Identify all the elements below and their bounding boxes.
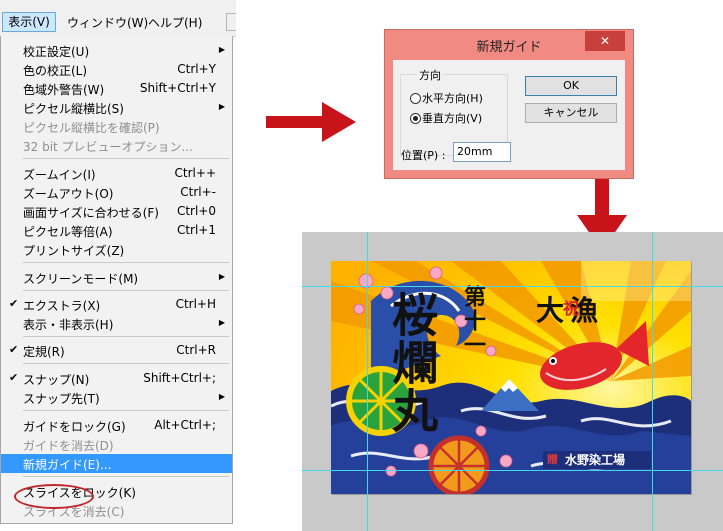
menu-item-shortcut: Ctrl+1 — [176, 223, 216, 237]
menu-item-shortcut: Ctrl+R — [176, 343, 216, 357]
submenu-arrow-icon: ▶ — [218, 272, 225, 281]
menu-item-label: 校正設定(U) — [23, 45, 90, 59]
menu-help[interactable]: ヘルプ(H) — [148, 14, 202, 31]
menu-item-label: ピクセル等倍(A) — [23, 225, 113, 239]
position-label: 位置(P) : — [401, 149, 446, 162]
maker-mark: 贈 — [547, 453, 558, 466]
view-menu-dropdown: 校正設定(U) ▶ 色の校正(L) Ctrl+Y 色域外警告(W) Shift+Ctrl+… — [0, 36, 233, 524]
submenu-arrow-icon: ▶ — [218, 318, 225, 327]
radio-horizontal-indicator[interactable] — [410, 93, 421, 104]
radio-vertical-label: 垂直方向(V) — [422, 112, 483, 125]
radio-horizontal-label: 水平方向(H) — [422, 92, 483, 105]
radio-vertical[interactable]: 垂直方向(V) — [410, 110, 482, 126]
menu-view[interactable]: 表示(V) — [2, 12, 56, 32]
guide-horizontal-bottom[interactable] — [302, 470, 723, 471]
menu-item-5[interactable]: 32 bit プレビューオプション... — [1, 136, 232, 155]
document-artwork: 桜爛丸 第十一 大漁 祝 贈 水野染工場 — [331, 261, 691, 494]
menu-item-label: 表示・非表示(H) — [23, 318, 114, 332]
menu-item-label: ピクセル縦横比を確認(P) — [23, 121, 160, 135]
menu-item-label: 32 bit プレビューオプション... — [23, 140, 193, 154]
menu-item-shortcut: Ctrl+- — [180, 185, 216, 199]
check-icon: ✔ — [9, 371, 19, 384]
menu-item-17[interactable]: ガイドをロック(G) Alt+Ctrl+; — [1, 416, 232, 435]
menu-item-7[interactable]: ズームアウト(O) Ctrl+- — [1, 183, 232, 202]
menu-item-shortcut: Ctrl+H — [175, 297, 216, 311]
menu-item-16[interactable]: スナップ先(T) ▶ — [1, 388, 232, 407]
ship-name-text: 桜爛丸 — [385, 291, 439, 435]
menu-separator — [23, 476, 229, 477]
orientation-group-label: 方向 — [417, 67, 443, 83]
arrow-right-icon — [266, 102, 356, 142]
menu-item-2[interactable]: 色域外警告(W) Shift+Ctrl+Y — [1, 79, 232, 98]
menu-separator — [23, 410, 229, 411]
menu-item-19[interactable]: 新規ガイド(E)... — [1, 454, 232, 473]
menu-item-9[interactable]: ピクセル等倍(A) Ctrl+1 — [1, 221, 232, 240]
menu-item-label: スライスを消去(C) — [23, 505, 125, 519]
submenu-arrow-icon: ▶ — [218, 392, 225, 401]
menu-item-10[interactable]: プリントサイズ(Z) — [1, 240, 232, 259]
menu-item-13[interactable]: 表示・非表示(H) ▶ — [1, 314, 232, 333]
guide-horizontal-top[interactable] — [302, 286, 723, 287]
check-icon: ✔ — [9, 343, 19, 356]
radio-vertical-indicator[interactable] — [410, 113, 421, 124]
menu-item-label: スナップ(N) — [23, 373, 90, 387]
menu-item-6[interactable]: ズームイン(I) Ctrl++ — [1, 164, 232, 183]
radio-horizontal[interactable]: 水平方向(H) — [410, 90, 483, 106]
submenu-arrow-icon: ▶ — [218, 45, 225, 54]
slogan-mark: 祝 — [563, 299, 580, 318]
menu-item-label: 定規(R) — [23, 345, 65, 359]
menu-item-label: 新規ガイド(E)... — [23, 458, 112, 472]
menu-item-label: スライスをロック(K) — [23, 486, 136, 500]
menu-overflow — [226, 13, 236, 31]
menu-item-11[interactable]: スクリーンモード(M) ▶ — [1, 268, 232, 287]
menu-item-label: 画面サイズに合わせる(F) — [23, 206, 159, 220]
menu-separator — [23, 363, 229, 364]
guide-vertical-left[interactable] — [367, 232, 368, 531]
menu-item-label: ピクセル縦横比(S) — [23, 102, 124, 116]
close-button[interactable]: ✕ — [585, 31, 625, 51]
guide-vertical-right[interactable] — [652, 232, 653, 531]
menu-item-shortcut: Shift+Ctrl+Y — [139, 81, 216, 95]
position-input[interactable]: 20mm — [453, 142, 511, 162]
menu-separator — [23, 290, 229, 291]
ship-number-text: 第十一 — [460, 285, 486, 357]
menu-separator — [23, 336, 229, 337]
menu-item-1[interactable]: 色の校正(L) Ctrl+Y — [1, 60, 232, 79]
cancel-button[interactable]: キャンセル — [525, 103, 617, 123]
menu-item-3[interactable]: ピクセル縦横比(S) ▶ — [1, 98, 232, 117]
menu-item-12[interactable]: ✔ エクストラ(X) Ctrl+H — [1, 295, 232, 314]
check-icon: ✔ — [9, 297, 19, 310]
menu-item-shortcut: Shift+Ctrl+; — [143, 371, 216, 385]
menu-item-shortcut: Alt+Ctrl+; — [154, 418, 216, 432]
menu-separator — [23, 262, 229, 263]
menu-item-shortcut: Ctrl++ — [174, 166, 216, 180]
menu-item-label: ズームイン(I) — [23, 168, 96, 182]
menu-separator — [23, 158, 229, 159]
menu-item-18[interactable]: ガイドを消去(D) — [1, 435, 232, 454]
submenu-arrow-icon: ▶ — [218, 102, 225, 111]
menu-item-label: プリントサイズ(Z) — [23, 244, 125, 258]
menu-item-label: 色域外警告(W) — [23, 83, 105, 97]
ok-button[interactable]: OK — [525, 76, 617, 96]
menu-item-0[interactable]: 校正設定(U) ▶ — [1, 41, 232, 60]
menu-item-label: スクリーンモード(M) — [23, 272, 139, 286]
menu-item-20[interactable]: スライスをロック(K) — [1, 482, 232, 501]
maker-name: 水野染工場 — [565, 453, 626, 467]
menu-item-label: エクストラ(X) — [23, 299, 101, 313]
menu-item-label: 色の校正(L) — [23, 64, 88, 78]
menu-item-15[interactable]: ✔ スナップ(N) Shift+Ctrl+; — [1, 369, 232, 388]
menu-item-shortcut: Ctrl+0 — [176, 204, 216, 218]
menu-item-label: ガイドを消去(D) — [23, 439, 114, 453]
menu-bar: 表示(V) ウィンドウ(W) ヘルプ(H) — [0, 0, 236, 37]
menu-item-shortcut: Ctrl+Y — [177, 62, 216, 76]
menu-window[interactable]: ウィンドウ(W) — [67, 14, 148, 31]
menu-item-14[interactable]: ✔ 定規(R) Ctrl+R — [1, 341, 232, 360]
menu-item-4[interactable]: ピクセル縦横比を確認(P) — [1, 117, 232, 136]
menu-item-8[interactable]: 画面サイズに合わせる(F) Ctrl+0 — [1, 202, 232, 221]
menu-item-label: ガイドをロック(G) — [23, 420, 126, 434]
menu-item-label: スナップ先(T) — [23, 392, 100, 406]
menu-item-label: ズームアウト(O) — [23, 187, 114, 201]
menu-item-21[interactable]: スライスを消去(C) — [1, 501, 232, 520]
